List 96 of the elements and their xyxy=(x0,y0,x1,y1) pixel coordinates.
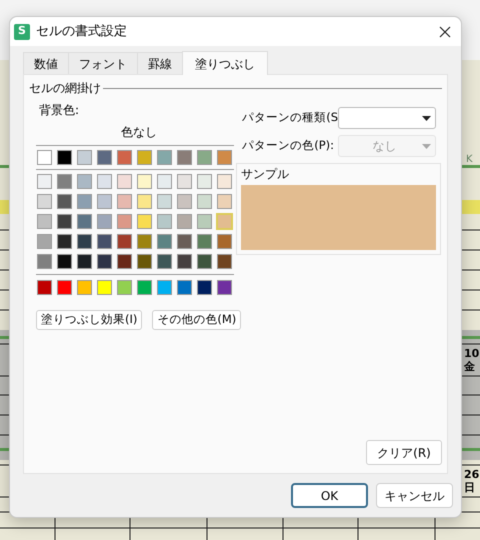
color-swatch[interactable] xyxy=(37,214,52,229)
color-swatch[interactable] xyxy=(37,254,52,269)
color-swatch[interactable] xyxy=(177,234,192,249)
ok-button[interactable]: OK xyxy=(291,483,368,508)
column-header: K xyxy=(466,153,473,167)
color-swatch[interactable] xyxy=(197,280,212,295)
color-swatch[interactable] xyxy=(177,174,192,189)
color-swatch[interactable] xyxy=(117,194,132,209)
tab[interactable]: 数値 xyxy=(23,52,69,74)
app-icon: S xyxy=(14,24,30,40)
color-swatch[interactable] xyxy=(177,280,192,295)
color-swatch[interactable] xyxy=(137,150,152,165)
table-cell-text: 日 xyxy=(464,481,476,494)
color-swatch[interactable] xyxy=(137,174,152,189)
color-swatch[interactable] xyxy=(37,194,52,209)
color-swatch[interactable] xyxy=(37,150,52,165)
caret-icon xyxy=(422,144,431,148)
cancel-button[interactable]: キャンセル xyxy=(376,483,453,508)
color-swatch[interactable] xyxy=(197,214,212,229)
color-swatch[interactable] xyxy=(97,174,112,189)
color-swatch[interactable] xyxy=(216,213,233,230)
no-color-option[interactable]: 色なし xyxy=(121,123,158,141)
color-swatch[interactable] xyxy=(57,254,72,269)
color-swatch[interactable] xyxy=(117,254,132,269)
color-swatch[interactable] xyxy=(217,194,232,209)
color-swatch[interactable] xyxy=(117,280,132,295)
color-swatch[interactable] xyxy=(97,254,112,269)
fill-option-button[interactable]: 塗りつぶし効果(I) xyxy=(36,310,142,330)
color-swatch[interactable] xyxy=(117,214,132,229)
background-color-label: 背景色: xyxy=(38,102,80,119)
color-swatch[interactable] xyxy=(117,174,132,189)
dropdown[interactable] xyxy=(338,107,436,129)
color-swatch[interactable] xyxy=(57,280,72,295)
color-swatch[interactable] xyxy=(57,150,72,165)
color-swatch[interactable] xyxy=(137,254,152,269)
color-swatch[interactable] xyxy=(77,194,92,209)
tab[interactable]: 罫線 xyxy=(137,52,183,74)
color-swatch[interactable] xyxy=(157,174,172,189)
color-swatch[interactable] xyxy=(57,194,72,209)
color-swatch[interactable] xyxy=(77,234,92,249)
color-swatch[interactable] xyxy=(77,280,92,295)
color-swatch[interactable] xyxy=(217,234,232,249)
field-label: パターンの種類(S xyxy=(242,109,338,126)
color-swatch[interactable] xyxy=(217,280,232,295)
color-swatch[interactable] xyxy=(97,150,112,165)
color-swatch[interactable] xyxy=(177,150,192,165)
color-swatch[interactable] xyxy=(77,254,92,269)
color-swatch[interactable] xyxy=(177,194,192,209)
color-swatch[interactable] xyxy=(37,174,52,189)
color-swatch[interactable] xyxy=(217,254,232,269)
table-cell: 10 xyxy=(464,347,480,360)
color-swatch[interactable] xyxy=(137,280,152,295)
tab[interactable]: 塗りつぶし xyxy=(182,51,268,75)
color-swatch[interactable] xyxy=(97,234,112,249)
table-cell: 26 xyxy=(464,468,480,481)
color-swatch[interactable] xyxy=(197,254,212,269)
color-swatch[interactable] xyxy=(157,280,172,295)
section-title: セルの網掛け xyxy=(29,80,101,97)
color-swatch[interactable] xyxy=(217,150,232,165)
table-cell-text: 金 xyxy=(464,360,476,373)
color-swatch[interactable] xyxy=(177,254,192,269)
window-title: セルの書式設定 xyxy=(36,22,128,41)
color-swatch[interactable] xyxy=(157,254,172,269)
color-swatch[interactable] xyxy=(137,234,152,249)
color-swatch[interactable] xyxy=(97,194,112,209)
color-swatch[interactable] xyxy=(157,150,172,165)
tab[interactable]: フォント xyxy=(68,52,138,74)
color-swatch[interactable] xyxy=(57,214,72,229)
color-swatch[interactable] xyxy=(57,174,72,189)
color-swatch[interactable] xyxy=(157,214,172,229)
color-swatch[interactable] xyxy=(117,234,132,249)
color-swatch[interactable] xyxy=(177,214,192,229)
close-icon[interactable] xyxy=(439,26,451,38)
sample-label: サンプル xyxy=(241,166,290,183)
color-swatch[interactable] xyxy=(137,194,152,209)
color-swatch[interactable] xyxy=(217,174,232,189)
color-swatch[interactable] xyxy=(157,194,172,209)
color-swatch[interactable] xyxy=(37,234,52,249)
fill-option-button[interactable]: その他の色(M) xyxy=(152,310,242,330)
color-swatch[interactable] xyxy=(197,150,212,165)
color-swatch[interactable] xyxy=(77,174,92,189)
color-swatch[interactable] xyxy=(77,150,92,165)
clear-button[interactable]: クリア(R) xyxy=(366,440,442,465)
color-swatch[interactable] xyxy=(97,280,112,295)
color-swatch[interactable] xyxy=(97,214,112,229)
color-swatch[interactable] xyxy=(197,174,212,189)
color-swatch[interactable] xyxy=(137,214,152,229)
caret-icon xyxy=(422,116,431,120)
color-swatch[interactable] xyxy=(37,280,52,295)
color-swatch[interactable] xyxy=(197,234,212,249)
color-swatch[interactable] xyxy=(77,214,92,229)
color-swatch[interactable] xyxy=(57,234,72,249)
color-swatch[interactable] xyxy=(197,194,212,209)
field-label: パターンの色(P): xyxy=(242,137,334,154)
color-swatch[interactable] xyxy=(117,150,132,165)
color-swatch[interactable] xyxy=(157,234,172,249)
